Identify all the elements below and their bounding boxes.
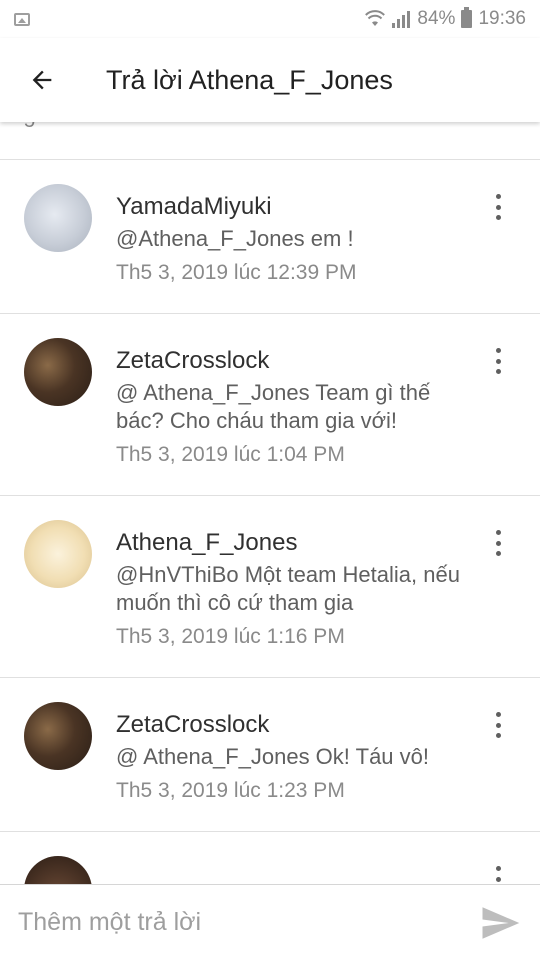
battery-icon: [461, 7, 473, 28]
avatar[interactable]: [24, 520, 92, 588]
avatar[interactable]: [24, 184, 92, 252]
more-vert-icon: [495, 348, 501, 353]
reply-input[interactable]: [0, 884, 460, 960]
reply-bar: [0, 884, 540, 960]
page-title: Trả lời Athena_F_Jones: [106, 64, 393, 95]
comment-text: @ Athena_F_Jones Team gì thế bác? Cho ch…: [116, 380, 431, 433]
partial-comment-text: 5: [24, 122, 35, 133]
list-item: ZetaCrosslock @ Athena_F_Jones Ok! Táu v…: [0, 678, 540, 832]
list-item: Athena_F_Jones @HnVThiBo Một team Hetali…: [0, 496, 540, 678]
avatar[interactable]: [24, 856, 92, 884]
more-options-button[interactable]: [488, 864, 508, 884]
more-options-button[interactable]: [488, 346, 508, 376]
back-button[interactable]: [0, 38, 84, 122]
comment-text: @Athena_F_Jones em !: [116, 226, 354, 251]
send-button[interactable]: [460, 885, 540, 960]
comment-text: @ Athena_F_Jones Ok! Táu vô!: [116, 744, 429, 769]
comment-author[interactable]: YamadaMiyuki: [116, 192, 484, 222]
signal-icon: [392, 11, 411, 28]
avatar[interactable]: [24, 702, 92, 770]
comment-time: Th5 3, 2019 lúc 1:04 PM: [116, 443, 345, 466]
clock: 19:36: [478, 8, 526, 29]
list-item: ZetaCrosslock @ Athena_F_Jones Team gì t…: [0, 314, 540, 496]
comment-time: Th5 3, 2019 lúc 1:16 PM: [116, 625, 345, 648]
partial-comment-bottom: [0, 832, 540, 884]
status-bar: 84% 19:36: [0, 0, 540, 38]
more-vert-icon: [495, 194, 501, 199]
image-notification-icon: [14, 12, 30, 26]
comment-author[interactable]: ZetaCrosslock: [116, 710, 484, 740]
avatar[interactable]: [24, 338, 92, 406]
arrow-back-icon: [32, 70, 52, 90]
send-icon: [482, 906, 520, 939]
comment-text: @HnVThiBo Một team Hetalia, nếu muốn thì…: [116, 562, 460, 615]
comment-author[interactable]: ZetaCrosslock: [116, 346, 484, 376]
comment-time: Th5 3, 2019 lúc 12:39 PM: [116, 261, 357, 284]
more-options-button[interactable]: [488, 528, 508, 558]
list-item: YamadaMiyuki @Athena_F_Jones em ! Th5 3,…: [0, 160, 540, 314]
partial-comment-top: 5: [0, 122, 540, 160]
app-bar: Trả lời Athena_F_Jones: [0, 38, 540, 122]
more-options-button[interactable]: [488, 710, 508, 740]
wifi-icon: [365, 10, 386, 26]
battery-percent: 84%: [417, 8, 456, 29]
reply-list[interactable]: 5 YamadaMiyuki @Athena_F_Jones em ! Th5 …: [0, 122, 540, 884]
comment-time: Th5 3, 2019 lúc 1:23 PM: [116, 779, 345, 802]
more-vert-icon: [495, 712, 501, 717]
more-vert-icon: [495, 530, 501, 535]
more-options-button[interactable]: [488, 192, 508, 222]
comment-author[interactable]: Athena_F_Jones: [116, 528, 484, 558]
more-vert-icon: [495, 866, 501, 871]
